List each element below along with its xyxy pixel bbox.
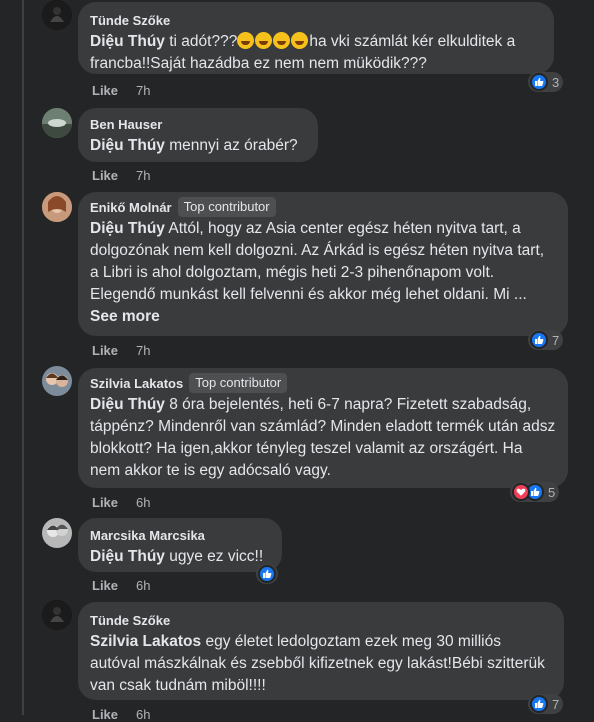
reaction-count: 3 — [552, 74, 560, 90]
thread-line — [22, 0, 24, 715]
avatar[interactable] — [42, 366, 72, 396]
reaction-summary[interactable]: 5 — [510, 482, 560, 502]
like-button[interactable]: Like — [92, 343, 118, 358]
comment-text: Diệu Thúy ti adót??? ha vki számlát kér e… — [90, 32, 516, 72]
reaction-summary[interactable]: 7 — [528, 694, 564, 714]
comment-bubble: Tünde Szőke Szilvia Lakatos egy életet l… — [78, 602, 564, 700]
thumbs-up-icon — [530, 331, 548, 349]
comment-bubble: Ben Hauser Diệu Thúy mennyi az órabér? — [78, 108, 318, 162]
comment-author[interactable]: Ben Hauser — [90, 117, 162, 132]
comment-actions: Like 6h — [92, 577, 150, 593]
comment-bubble: Marcsika Marcsika Diệu Thúy ugye ez vicc… — [78, 518, 282, 572]
comment-text: Diệu Thúy 8 óra bejelentés, heti 6-7 nap… — [90, 396, 556, 479]
see-more-link[interactable]: See more — [90, 308, 160, 325]
timestamp[interactable]: 6h — [136, 707, 150, 722]
comment-author[interactable]: Tünde Szőke — [90, 13, 170, 28]
laugh-emoji-icon — [273, 32, 291, 49]
comment-actions: Like 7h — [92, 82, 150, 98]
comment-text: Diệu Thúy mennyi az órabér? — [90, 137, 298, 154]
like-button[interactable]: Like — [92, 168, 118, 183]
comment-text: Szilvia Lakatos egy életet ledolgoztam e… — [90, 633, 545, 694]
mention-link[interactable]: Diệu Thúy — [90, 33, 165, 50]
timestamp[interactable]: 7h — [136, 343, 150, 358]
mention-link[interactable]: Diệu Thúy — [90, 548, 165, 565]
reaction-count: 5 — [548, 484, 556, 500]
top-contributor-badge: Top contributor — [189, 373, 288, 393]
comment-author[interactable]: Tünde Szőke — [90, 613, 170, 628]
avatar[interactable] — [42, 108, 72, 138]
comment-actions: Like 6h — [92, 494, 150, 510]
heart-icon — [512, 483, 530, 501]
reaction-count: 7 — [552, 332, 560, 348]
comment-actions: Like 7h — [92, 342, 150, 358]
comment-author[interactable]: Marcsika Marcsika — [90, 528, 205, 543]
laugh-emoji-icon — [291, 32, 309, 49]
comment-bubble: Enikő Molnár Top contributor Diệu Thúy A… — [78, 192, 568, 336]
like-button[interactable]: Like — [92, 707, 118, 722]
reaction-summary[interactable]: 3 — [528, 72, 564, 92]
avatar[interactable] — [42, 600, 72, 630]
comment-text: Diệu Thúy Attól, hogy az Asia center egé… — [90, 220, 545, 325]
laugh-emoji-icon — [237, 32, 255, 49]
comment-actions: Like 6h — [92, 706, 150, 722]
comment-actions: Like 7h — [92, 167, 150, 183]
reaction-summary[interactable]: 7 — [528, 330, 564, 350]
mention-link[interactable]: Diệu Thúy — [90, 137, 165, 154]
like-button[interactable]: Like — [92, 495, 118, 510]
like-button[interactable]: Like — [92, 83, 118, 98]
thumbs-up-icon — [530, 73, 548, 91]
avatar[interactable] — [42, 518, 72, 548]
like-button[interactable]: Like — [92, 578, 118, 593]
timestamp[interactable]: 6h — [136, 495, 150, 510]
thumbs-up-icon — [258, 565, 276, 583]
mention-link[interactable]: Diệu Thúy — [90, 220, 165, 237]
timestamp[interactable]: 6h — [136, 578, 150, 593]
comment-text: Diệu Thúy ugye ez vicc!! — [90, 548, 264, 565]
avatar[interactable] — [42, 0, 72, 30]
comment-author[interactable]: Szilvia Lakatos — [90, 376, 183, 391]
mention-link[interactable]: Szilvia Lakatos — [90, 633, 201, 650]
avatar[interactable] — [42, 192, 72, 222]
thumbs-up-icon — [530, 695, 548, 713]
top-contributor-badge: Top contributor — [177, 197, 276, 217]
timestamp[interactable]: 7h — [136, 83, 150, 98]
laugh-emoji-icon — [255, 32, 273, 49]
comment-author[interactable]: Enikő Molnár — [90, 200, 172, 215]
comment-bubble: Szilvia Lakatos Top contributor Diệu Thú… — [78, 368, 568, 488]
reaction-summary[interactable] — [256, 564, 278, 584]
reaction-count: 7 — [552, 696, 560, 712]
mention-link[interactable]: Diệu Thúy — [90, 396, 165, 413]
timestamp[interactable]: 7h — [136, 168, 150, 183]
comment-bubble: Tünde Szőke Diệu Thúy ti adót??? ha vki s… — [78, 2, 554, 74]
